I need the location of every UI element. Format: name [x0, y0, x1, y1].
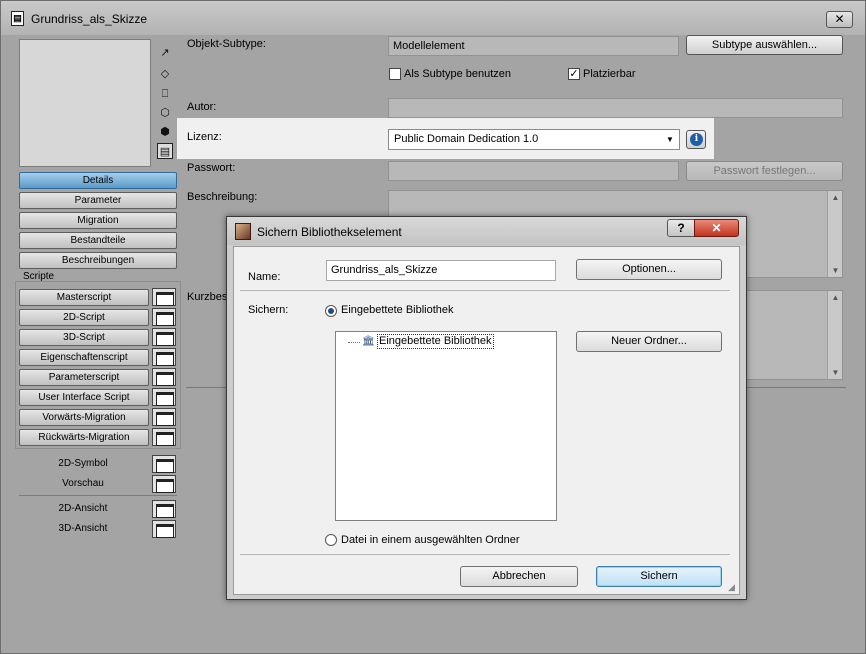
as-subtype-checkbox[interactable] — [389, 68, 401, 80]
dialog-body: Name: Grundriss_als_Skizze Optionen... S… — [233, 246, 740, 595]
dialog-close-button[interactable]: ✕ — [694, 219, 739, 237]
view-icon-6[interactable]: ▤ — [157, 143, 173, 159]
nav-bestandteile-button[interactable]: Bestandteile — [19, 232, 177, 249]
script-2d-button[interactable]: 2D-Script — [19, 309, 149, 326]
password-field — [388, 161, 679, 181]
window-open-icon[interactable] — [152, 328, 176, 346]
view-icon-4[interactable]: ⬡ — [157, 105, 173, 121]
preview-pane — [19, 39, 151, 167]
divider — [240, 554, 730, 555]
window-open-icon[interactable] — [152, 428, 176, 446]
script-properties-button[interactable]: Eigenschaftenscript — [19, 349, 149, 366]
placeable-label: Platzierbar — [583, 68, 636, 80]
window-open-icon[interactable] — [152, 368, 176, 386]
folder-tree[interactable]: 🏛 Eingebettete Bibliothek — [335, 331, 557, 521]
options-button[interactable]: Optionen... — [576, 259, 722, 280]
view-icon-3[interactable]: ⎕ — [157, 86, 173, 102]
scroll-down-icon[interactable]: ▼ — [828, 368, 843, 377]
window-open-icon[interactable] — [152, 520, 176, 538]
view-3d-label: 3D-Ansicht — [58, 523, 108, 534]
subtype-label: Objekt-Subtype: — [187, 38, 266, 50]
license-select[interactable]: Public Domain Dedication 1.0 — [388, 129, 680, 150]
nav-beschreibungen-button[interactable]: Beschreibungen — [19, 252, 177, 269]
dropdown-arrow-icon[interactable]: ▼ — [663, 129, 677, 150]
author-label: Autor: — [187, 101, 217, 113]
script-master-button[interactable]: Masterscript — [19, 289, 149, 306]
dialog-help-button[interactable]: ? — [667, 219, 695, 237]
window-open-icon[interactable] — [152, 408, 176, 426]
script-parameter-button[interactable]: Parameterscript — [19, 369, 149, 386]
symbol-2d-label: 2D-Symbol — [58, 458, 108, 469]
cancel-button[interactable]: Abbrechen — [460, 566, 578, 587]
embedded-library-radio[interactable] — [325, 305, 337, 317]
window-close-button[interactable]: ✕ — [826, 11, 853, 28]
window-open-icon[interactable] — [152, 500, 176, 518]
window-open-icon[interactable] — [152, 348, 176, 366]
window-open-icon[interactable] — [152, 288, 176, 306]
selected-folder-radio-label: Datei in einem ausgewählten Ordner — [341, 534, 520, 546]
script-3d-button[interactable]: 3D-Script — [19, 329, 149, 346]
password-label: Passwort: — [187, 162, 236, 174]
view-icon-5[interactable]: ⬢ — [157, 124, 173, 140]
dialog-title: Sichern Bibliothekselement — [257, 225, 402, 239]
scripts-label: Scripte — [23, 271, 55, 282]
window-title: Grundriss_als_Skizze — [31, 12, 148, 26]
scroll-up-icon[interactable]: ▲ — [828, 293, 843, 302]
script-ui-button[interactable]: User Interface Script — [19, 389, 149, 406]
name-input[interactable]: Grundriss_als_Skizze — [326, 260, 556, 281]
view-icon-2[interactable]: ◇ — [157, 66, 173, 82]
embedded-library-radio-label: Eingebettete Bibliothek — [341, 304, 454, 316]
script-forward-migration-button[interactable]: Vorwärts-Migration — [19, 409, 149, 426]
window-open-icon[interactable] — [152, 388, 176, 406]
save-button[interactable]: Sichern — [596, 566, 722, 587]
license-info-button[interactable]: i — [686, 130, 706, 149]
resize-grip-icon[interactable]: ◢ — [728, 582, 735, 593]
save-location-label: Sichern: — [248, 304, 289, 316]
view-2d-label: 2D-Ansicht — [58, 503, 108, 514]
scroll-down-icon[interactable]: ▼ — [828, 266, 843, 275]
info-icon: i — [690, 133, 703, 146]
scroll-up-icon[interactable]: ▲ — [828, 193, 843, 202]
tree-node-embedded-library[interactable]: Eingebettete Bibliothek — [377, 334, 494, 349]
new-folder-button[interactable]: Neuer Ordner... — [576, 331, 722, 352]
save-dialog: Sichern Bibliothekselement ? ✕ Name: Gru… — [226, 216, 747, 600]
select-subtype-button[interactable]: Subtype auswählen... — [686, 35, 843, 55]
library-icon: 🏛 — [362, 336, 375, 347]
library-part-icon: ▤ — [11, 11, 24, 26]
tree-connector — [348, 342, 360, 343]
name-label: Name: — [248, 271, 281, 283]
dialog-title-bar: Sichern Bibliothekselement ? ✕ — [227, 217, 746, 245]
selected-folder-radio[interactable] — [325, 534, 337, 546]
placeable-checkbox[interactable]: ✓ — [568, 68, 580, 80]
app-icon — [235, 223, 251, 240]
author-field[interactable] — [388, 98, 843, 118]
set-password-button[interactable]: Passwort festlegen... — [686, 161, 843, 181]
short-description-scrollbar[interactable]: ▲ ▼ — [827, 291, 842, 379]
script-backward-migration-button[interactable]: Rückwärts-Migration — [19, 429, 149, 446]
preview-label: Vorschau — [62, 478, 104, 489]
as-subtype-label: Als Subtype benutzen — [404, 68, 512, 80]
nav-migration-button[interactable]: Migration — [19, 212, 177, 229]
divider — [19, 495, 177, 496]
window-open-icon[interactable] — [152, 475, 176, 493]
view-icon-1[interactable]: ↗ — [157, 45, 173, 61]
divider — [240, 290, 730, 291]
description-scrollbar[interactable]: ▲ ▼ — [827, 191, 842, 277]
window-open-icon[interactable] — [152, 455, 176, 473]
license-label: Lizenz: — [187, 131, 222, 143]
title-bar: ▤ Grundriss_als_Skizze ✕ — [1, 1, 865, 35]
description-label: Beschreibung: — [187, 191, 258, 203]
nav-parameter-button[interactable]: Parameter — [19, 192, 177, 209]
subtype-field: Modellelement — [388, 36, 679, 56]
window-open-icon[interactable] — [152, 308, 176, 326]
nav-details-button[interactable]: Details — [19, 172, 177, 189]
